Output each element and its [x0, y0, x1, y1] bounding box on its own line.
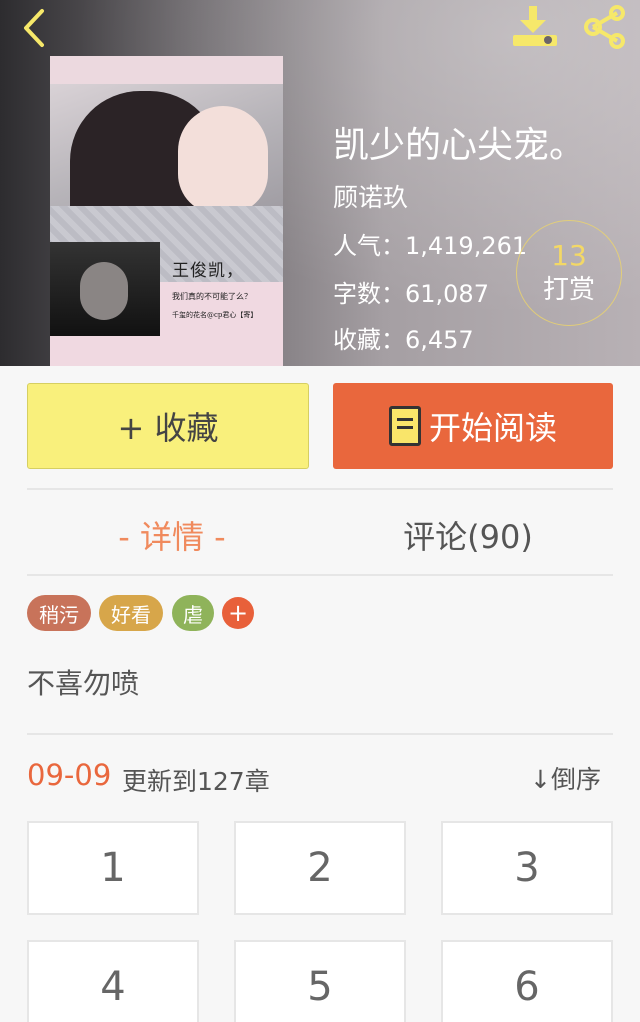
share-button[interactable] [578, 2, 632, 52]
sort-order-button[interactable]: ↓倒序 [530, 760, 601, 796]
start-reading-label: 开始阅读 [428, 409, 557, 447]
reward-button[interactable]: 13 打赏 [516, 220, 622, 326]
tab-comments[interactable]: 评论(90) [323, 508, 613, 562]
update-date: 09-09 [27, 758, 112, 792]
reward-label: 打赏 [542, 275, 595, 305]
add-favorite-label: + 收藏 [117, 409, 219, 447]
book-title: 凯少的心尖宠。 [333, 125, 586, 166]
chapter-button[interactable]: 5 [234, 940, 406, 1022]
word-count-stat: 字数：61,087 [333, 280, 489, 308]
download-button[interactable] [508, 2, 562, 52]
chapter-button[interactable]: 2 [234, 821, 406, 915]
add-tag-button[interactable]: + [222, 597, 254, 629]
chevron-left-icon [24, 9, 44, 47]
book-icon [388, 406, 421, 446]
download-icon [513, 6, 557, 46]
update-status: 更新到127章 [122, 767, 270, 796]
tag-chip[interactable]: 好看 [99, 595, 163, 631]
chapter-button[interactable]: 6 [441, 940, 613, 1022]
cover-caption: 王俊凯， 我们真的不可能了么？ 千玺的花名@cp君心【寄】 [172, 256, 280, 320]
divider [27, 733, 613, 735]
favorites-stat: 收藏：6,457 [333, 326, 474, 354]
book-cover[interactable]: 王俊凯， 我们真的不可能了么？ 千玺的花名@cp君心【寄】 [50, 56, 283, 366]
add-favorite-button[interactable]: + 收藏 [27, 383, 309, 469]
tab-detail[interactable]: - 详情 - [27, 508, 317, 562]
popularity-stat: 人气：1,419,261 [333, 232, 528, 260]
book-author[interactable]: 顾诺玖 [333, 178, 408, 214]
start-reading-button[interactable]: 开始阅读 [333, 383, 613, 469]
cover-boy-face [80, 262, 128, 320]
cover-caption-line2: 我们真的不可能了么？ [172, 292, 252, 301]
chapter-button[interactable]: 1 [27, 821, 199, 915]
cover-caption-line1: 王俊凯， [172, 261, 244, 281]
reward-count: 13 [551, 239, 587, 272]
share-icon [584, 5, 625, 49]
tag-chip[interactable]: 虐 [172, 595, 214, 631]
divider [27, 488, 613, 490]
book-summary: 不喜勿喷 [27, 667, 140, 700]
cover-photo-boy [50, 242, 160, 336]
sort-order-label: ↓倒序 [530, 765, 601, 794]
back-button[interactable] [12, 6, 56, 50]
cover-caption-line3: 千玺的花名@cp君心【寄】 [172, 311, 258, 319]
chapter-button[interactable]: 4 [27, 940, 199, 1022]
tag-chip[interactable]: 稍污 [27, 595, 91, 631]
divider [27, 574, 613, 576]
chapter-button[interactable]: 3 [441, 821, 613, 915]
book-header: 王俊凯， 我们真的不可能了么？ 千玺的花名@cp君心【寄】 凯少的心尖宠。 顾诺… [0, 0, 640, 366]
cover-face [178, 106, 268, 214]
